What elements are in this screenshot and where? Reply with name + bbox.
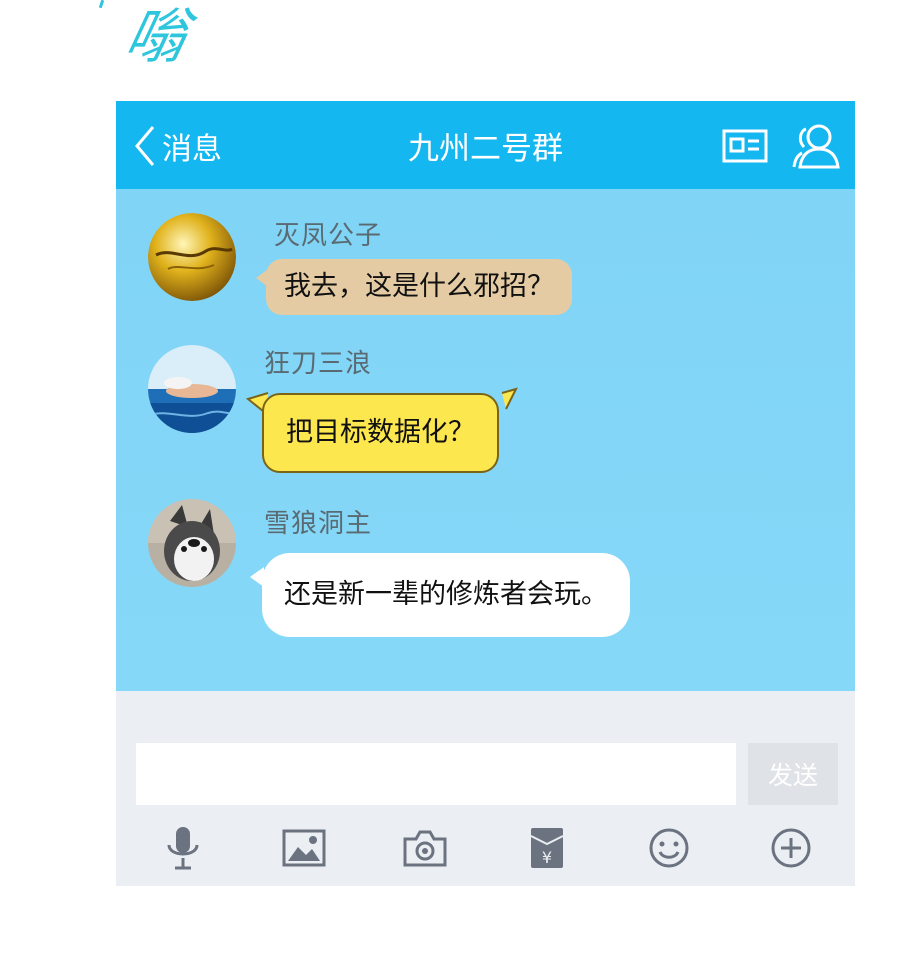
members-icon: [792, 124, 840, 169]
message-list[interactable]: 灭凤公子 我去，这是什么邪招？ 狂刀三浪 把目标数据化？ 雪狼洞主 还是新一辈的…: [116, 189, 855, 691]
microphone-icon: [167, 827, 199, 870]
composer-bar: 发送 ¥: [116, 691, 855, 886]
avatar-image: [148, 213, 236, 301]
camera-icon: [403, 830, 447, 867]
group-members-button[interactable]: [792, 123, 842, 169]
top-bar: 消息 九州二号群: [116, 101, 855, 189]
message-bubble[interactable]: 把目标数据化？: [262, 393, 499, 473]
plus-icon: [771, 828, 811, 868]
image-icon: [282, 829, 326, 867]
comic-sound-effect: 嗡: [118, 2, 196, 72]
sender-name: 灭凤公子: [274, 221, 383, 251]
camera-button[interactable]: [400, 823, 450, 873]
comic-sfx-mark: [98, 0, 105, 9]
photo-button[interactable]: [279, 823, 329, 873]
avatar-golden-sphere[interactable]: [148, 213, 236, 301]
message-bubble[interactable]: 我去，这是什么邪招？: [256, 259, 572, 315]
avatar-image: [148, 499, 236, 587]
avatar-image: [148, 345, 236, 433]
voice-button[interactable]: [158, 823, 208, 873]
red-envelope-icon: ¥: [530, 828, 564, 868]
message-input[interactable]: [136, 743, 736, 805]
emoji-icon: [649, 828, 689, 868]
yuan-symbol: ¥: [542, 848, 552, 867]
avatar-husky[interactable]: [148, 499, 236, 587]
more-button[interactable]: [766, 823, 816, 873]
emoji-button[interactable]: [644, 823, 694, 873]
sender-name: 雪狼洞主: [264, 509, 373, 539]
group-card-button[interactable]: [722, 129, 768, 163]
avatar-swimmer[interactable]: [148, 345, 236, 433]
message-bubble[interactable]: 还是新一辈的修炼者会玩。: [250, 553, 630, 637]
bubble-tail-right: [501, 387, 518, 410]
red-envelope-button[interactable]: ¥: [522, 823, 572, 873]
send-button[interactable]: 发送: [748, 743, 838, 805]
sender-name: 狂刀三浪: [264, 349, 373, 379]
id-card-icon: [722, 129, 768, 163]
chat-window: 消息 九州二号群 灭凤公子 我去，这是什么邪招？ 狂刀三浪 把目标数据化？ 雪狼…: [116, 101, 855, 886]
